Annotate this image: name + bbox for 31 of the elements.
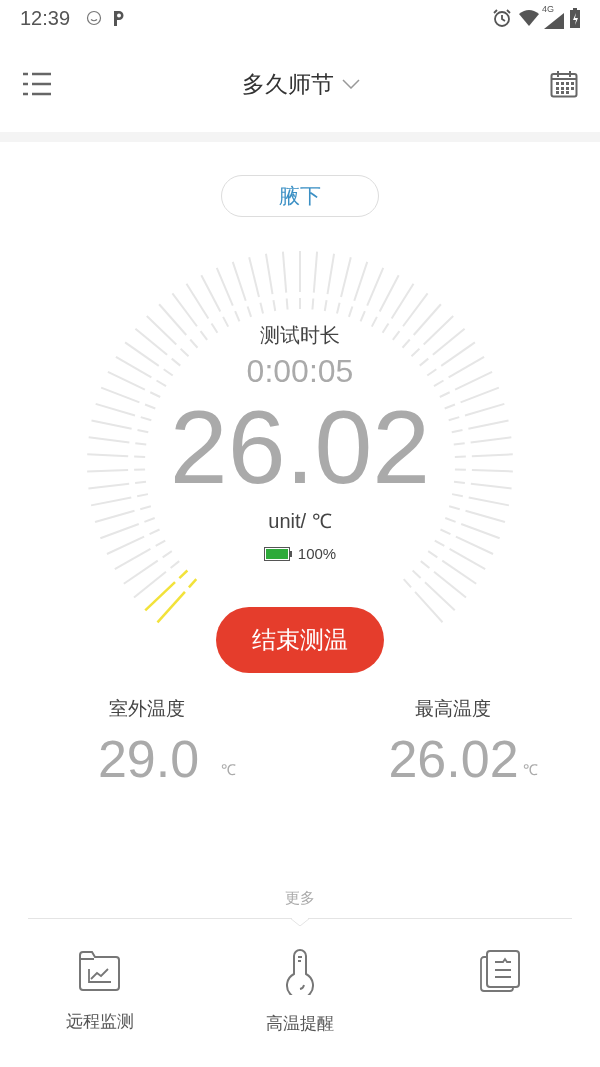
smiley-icon: [86, 10, 103, 26]
elapsed-time: 0:00:05: [246, 352, 354, 391]
alarm-icon: [492, 8, 512, 28]
thermometer-icon: [283, 948, 317, 995]
menu-icon[interactable]: [22, 71, 52, 97]
battery-level-icon: [263, 547, 292, 562]
clock-time: 12:39: [20, 6, 71, 31]
battery-icon: [570, 8, 580, 28]
network-type: 4G: [542, 3, 554, 16]
chevron-down-icon: [342, 79, 360, 89]
title-dropdown[interactable]: 多久师节: [242, 66, 360, 102]
stat-unit: ℃: [221, 759, 237, 780]
stat-label: 室外温度: [109, 697, 185, 721]
stat-label: 最高温度: [415, 697, 491, 721]
more-label: 更多: [285, 888, 315, 908]
battery-percentage: 100%: [297, 544, 337, 564]
signal-icon: [544, 13, 564, 29]
feature-button[interactable]: 高温提醒: [266, 948, 334, 1036]
wifi-icon: [518, 9, 540, 27]
folder-chart-icon: [78, 948, 122, 993]
caption: 测试时长: [260, 323, 340, 348]
stat-value: 29.0: [97, 731, 200, 787]
stop-button[interactable]: 结束测温: [216, 607, 384, 673]
stat-value: 26.02: [388, 731, 519, 787]
feature-button[interactable]: 远程监测: [66, 948, 134, 1034]
feature-button[interactable]: [479, 948, 521, 993]
calendar-icon[interactable]: [550, 70, 578, 98]
stat-unit: ℃: [522, 759, 538, 780]
documents-icon: [479, 948, 521, 993]
unit-label: unit/ ℃: [268, 509, 332, 534]
temperature-reading: 26.02: [169, 395, 431, 499]
